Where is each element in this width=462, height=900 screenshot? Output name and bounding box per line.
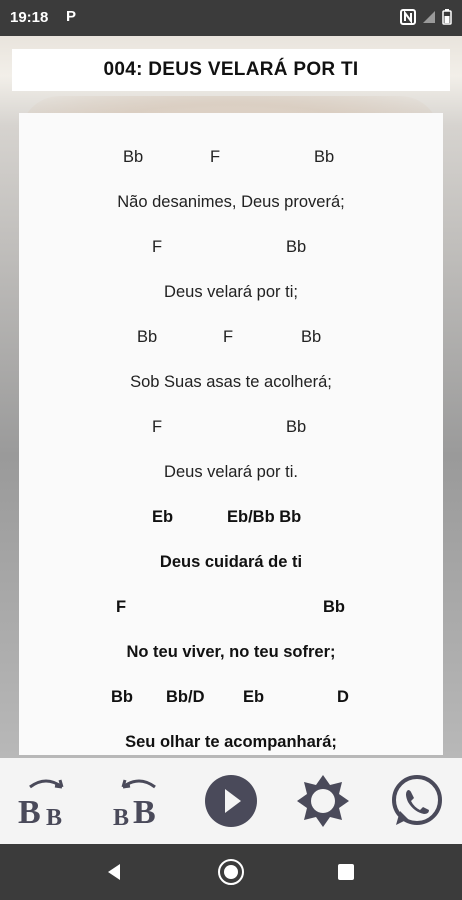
chord: F	[152, 418, 163, 436]
lyric-line: No teu viver, no teu sofrer;	[126, 643, 336, 661]
bottom-toolbar: B B B B	[0, 758, 462, 844]
notification-icon: P	[66, 8, 77, 25]
brightness-button[interactable]	[291, 769, 355, 833]
chord: Bb	[123, 148, 144, 166]
lyric-line: Deus cuidará de ti	[159, 553, 303, 571]
recent-apps-icon[interactable]	[337, 863, 355, 881]
battery-icon	[442, 9, 452, 25]
chord: Bb/D	[166, 688, 205, 706]
status-icons	[400, 9, 452, 25]
chord: Bb	[286, 418, 307, 436]
chord: F	[223, 328, 234, 346]
lyric-line: Sob Suas asas te acolherá;	[130, 373, 332, 391]
song-title: 004: DEUS VELARÁ POR TI	[103, 59, 359, 80]
status-bar: 19:18 P	[0, 0, 462, 36]
chord-row: Bb Bb/D Eb D	[19, 688, 443, 710]
chord-row: Eb Eb/Bb Bb	[19, 508, 443, 530]
lyric-line: Deus velará por ti.	[164, 463, 298, 481]
whatsapp-icon	[391, 775, 442, 825]
chord: Bb	[323, 598, 345, 616]
chord-row: F Bb	[19, 418, 443, 440]
chord: Eb	[152, 508, 174, 526]
transpose-down-button[interactable]: B B	[14, 769, 78, 833]
transpose-up-icon: B B	[113, 779, 156, 829]
system-nav-bar	[0, 844, 462, 900]
chord: F	[116, 598, 127, 616]
chord: F	[210, 148, 221, 166]
lyric-line: Deus velará por ti;	[164, 283, 298, 301]
svg-text:B: B	[133, 794, 156, 829]
brightness-icon	[297, 775, 350, 827]
chord-row: Bb F Bb	[19, 148, 443, 170]
svg-text:B: B	[46, 805, 62, 829]
lyric-line: Não desanimes, Deus proverá;	[117, 193, 345, 211]
chord: Eb/Bb Bb	[227, 508, 302, 526]
play-button[interactable]	[199, 769, 263, 833]
chord: Eb	[243, 688, 265, 706]
chord: F	[152, 238, 163, 256]
chord: Bb	[301, 328, 322, 346]
lyric-line: Seu olhar te acompanhará;	[125, 733, 337, 751]
chord: Bb	[314, 148, 335, 166]
chord: Bb	[286, 238, 307, 256]
chord: Bb	[137, 328, 158, 346]
status-time: 19:18	[10, 9, 49, 26]
home-icon[interactable]	[216, 857, 246, 887]
chord: Bb	[111, 688, 133, 706]
play-icon	[204, 775, 257, 827]
svg-text:B: B	[18, 794, 41, 829]
lyrics-card[interactable]: Bb F Bb Não desanimes, Deus proverá; F B…	[19, 113, 443, 755]
whatsapp-button[interactable]	[384, 769, 448, 833]
svg-text:B: B	[113, 805, 129, 829]
transpose-down-icon: B B	[18, 779, 64, 829]
chord-row: F Bb	[19, 238, 443, 260]
nfc-icon	[400, 9, 416, 25]
chord-row: F Bb	[19, 598, 443, 620]
song-title-bar: 004: DEUS VELARÁ POR TI	[12, 49, 450, 91]
chord: D	[337, 688, 349, 706]
signal-icon	[423, 11, 435, 23]
transpose-up-button[interactable]: B B	[107, 769, 171, 833]
chord-row: Bb F Bb	[19, 328, 443, 350]
back-icon[interactable]	[104, 862, 124, 882]
